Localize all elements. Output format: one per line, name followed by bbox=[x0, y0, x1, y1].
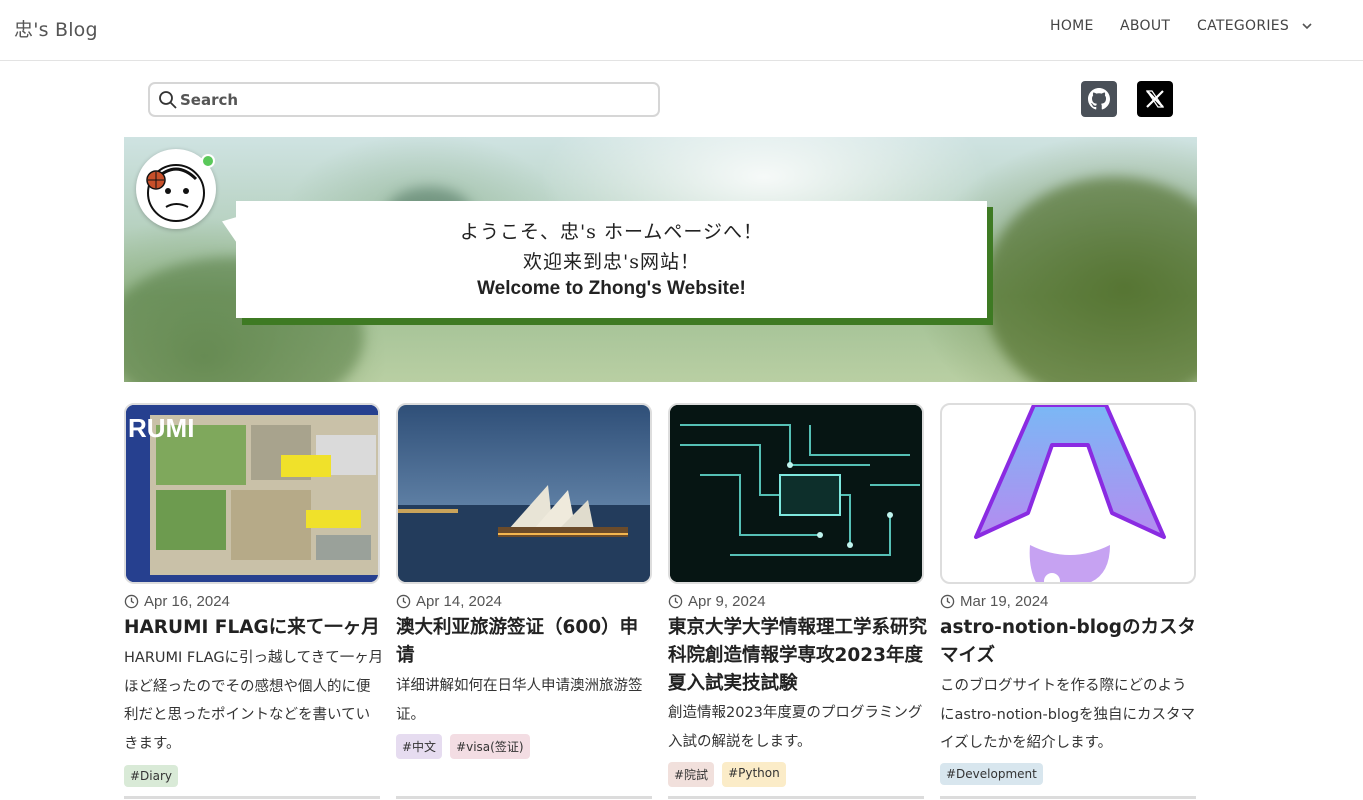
clock-icon bbox=[668, 594, 683, 609]
post-excerpt: 详细讲解如何在日华人申请澳洲旅游签证。 bbox=[396, 678, 643, 723]
circuit-board-image bbox=[670, 405, 922, 582]
post-card[interactable]: Apr 9, 2024 東京大学大学情報理工学系研究科院創造情報学専攻2023年… bbox=[668, 403, 927, 799]
sydney-opera-image bbox=[398, 405, 650, 582]
post-date-text: Apr 9, 2024 bbox=[688, 593, 766, 610]
post-date: Mar 19, 2024 bbox=[940, 593, 1048, 610]
post-excerpt: このブログサイトを作る際にどのようにastro-notion-blogを独自にカ… bbox=[940, 678, 1196, 751]
post-thumbnail[interactable] bbox=[940, 403, 1196, 584]
nav-about[interactable]: ABOUT bbox=[1120, 18, 1170, 34]
post-date-text: Apr 16, 2024 bbox=[144, 593, 230, 610]
tag-exam[interactable]: #院試 bbox=[668, 762, 715, 787]
post-card[interactable]: Mar 19, 2024 astro-notion-blogのカスタマイズ この… bbox=[940, 403, 1197, 799]
clock-icon bbox=[396, 594, 411, 609]
harumi-map-image: RUMI bbox=[126, 405, 378, 582]
clock-icon bbox=[124, 594, 139, 609]
post-title[interactable]: 東京大学大学情報理工学系研究科院創造情報学専攻2023年度夏入試実技試験 bbox=[668, 614, 928, 698]
post-title[interactable]: astro-notion-blogのカスタマイズ bbox=[940, 614, 1200, 670]
welcome-japanese: ようこそ、忠's ホームページへ！ bbox=[459, 221, 764, 243]
hero-foliage-right bbox=[984, 177, 1197, 382]
post-thumbnail[interactable] bbox=[396, 403, 652, 584]
x-icon bbox=[1145, 90, 1165, 108]
search-input[interactable] bbox=[180, 88, 650, 112]
post-date: Apr 14, 2024 bbox=[396, 593, 502, 610]
tag-chinese[interactable]: #中文 bbox=[396, 734, 443, 759]
post-date-text: Apr 14, 2024 bbox=[416, 593, 502, 610]
github-link[interactable] bbox=[1081, 81, 1117, 117]
speech-bubble: ようこそ、忠's ホームページへ！ 欢迎来到忠's网站！ Welcome to … bbox=[236, 201, 987, 318]
welcome-english: Welcome to Zhong's Website! bbox=[477, 278, 746, 299]
post-tags: #Diary bbox=[124, 765, 179, 787]
online-status-dot bbox=[201, 154, 215, 168]
astro-logo-image bbox=[974, 405, 1166, 582]
post-date: Apr 16, 2024 bbox=[124, 593, 230, 610]
post-excerpt: 創造情報2023年度夏のプログラミング入試の解説をします。 bbox=[668, 705, 923, 750]
post-thumbnail[interactable] bbox=[668, 403, 924, 584]
x-link[interactable] bbox=[1137, 81, 1173, 117]
post-tags: #Development bbox=[940, 763, 1043, 785]
site-brand[interactable]: 忠's Blog bbox=[14, 15, 98, 42]
tag-development[interactable]: #Development bbox=[940, 763, 1043, 785]
tag-visa[interactable]: #visa(签证) bbox=[450, 734, 530, 759]
card-divider bbox=[668, 796, 924, 799]
search-box bbox=[148, 82, 660, 117]
post-tags: #中文 #visa(签证) bbox=[396, 734, 530, 759]
github-icon bbox=[1088, 88, 1110, 110]
post-date: Apr 9, 2024 bbox=[668, 593, 766, 610]
card-divider bbox=[396, 796, 652, 799]
chevron-down-icon bbox=[1302, 23, 1312, 30]
nav-categories-label: CATEGORIES bbox=[1197, 18, 1290, 34]
nav-home[interactable]: HOME bbox=[1050, 18, 1094, 34]
post-card[interactable]: Apr 14, 2024 澳大利亚旅游签证（600）申请 详细讲解如何在日华人申… bbox=[396, 403, 653, 799]
nav-categories-dropdown[interactable]: CATEGORIES bbox=[1197, 18, 1315, 34]
card-divider bbox=[124, 796, 380, 799]
clock-icon bbox=[940, 594, 955, 609]
top-navbar: 忠's Blog HOME ABOUT CATEGORIES bbox=[0, 0, 1363, 61]
post-thumbnail[interactable]: RUMI bbox=[124, 403, 380, 584]
post-card[interactable]: RUMI Apr 16, 2024 HARUMI FLAGに来て一ヶ月 HARU… bbox=[124, 403, 383, 799]
post-title[interactable]: 澳大利亚旅游签证（600）申请 bbox=[396, 614, 656, 670]
post-date-text: Mar 19, 2024 bbox=[960, 593, 1049, 610]
post-excerpt: HARUMI FLAGに引っ越してきて一ヶ月ほど経ったのでその感想や個人的に便利… bbox=[124, 650, 384, 752]
welcome-chinese: 欢迎来到忠's网站！ bbox=[523, 251, 700, 273]
tag-python[interactable]: #Python bbox=[722, 762, 786, 787]
post-tags: #院試 #Python bbox=[668, 762, 786, 787]
card-divider bbox=[940, 796, 1196, 799]
post-title[interactable]: HARUMI FLAGに来て一ヶ月 bbox=[124, 614, 384, 642]
search-icon bbox=[159, 91, 177, 109]
tag-diary[interactable]: #Diary bbox=[124, 765, 179, 787]
svg-text:RUMI: RUMI bbox=[128, 413, 194, 443]
